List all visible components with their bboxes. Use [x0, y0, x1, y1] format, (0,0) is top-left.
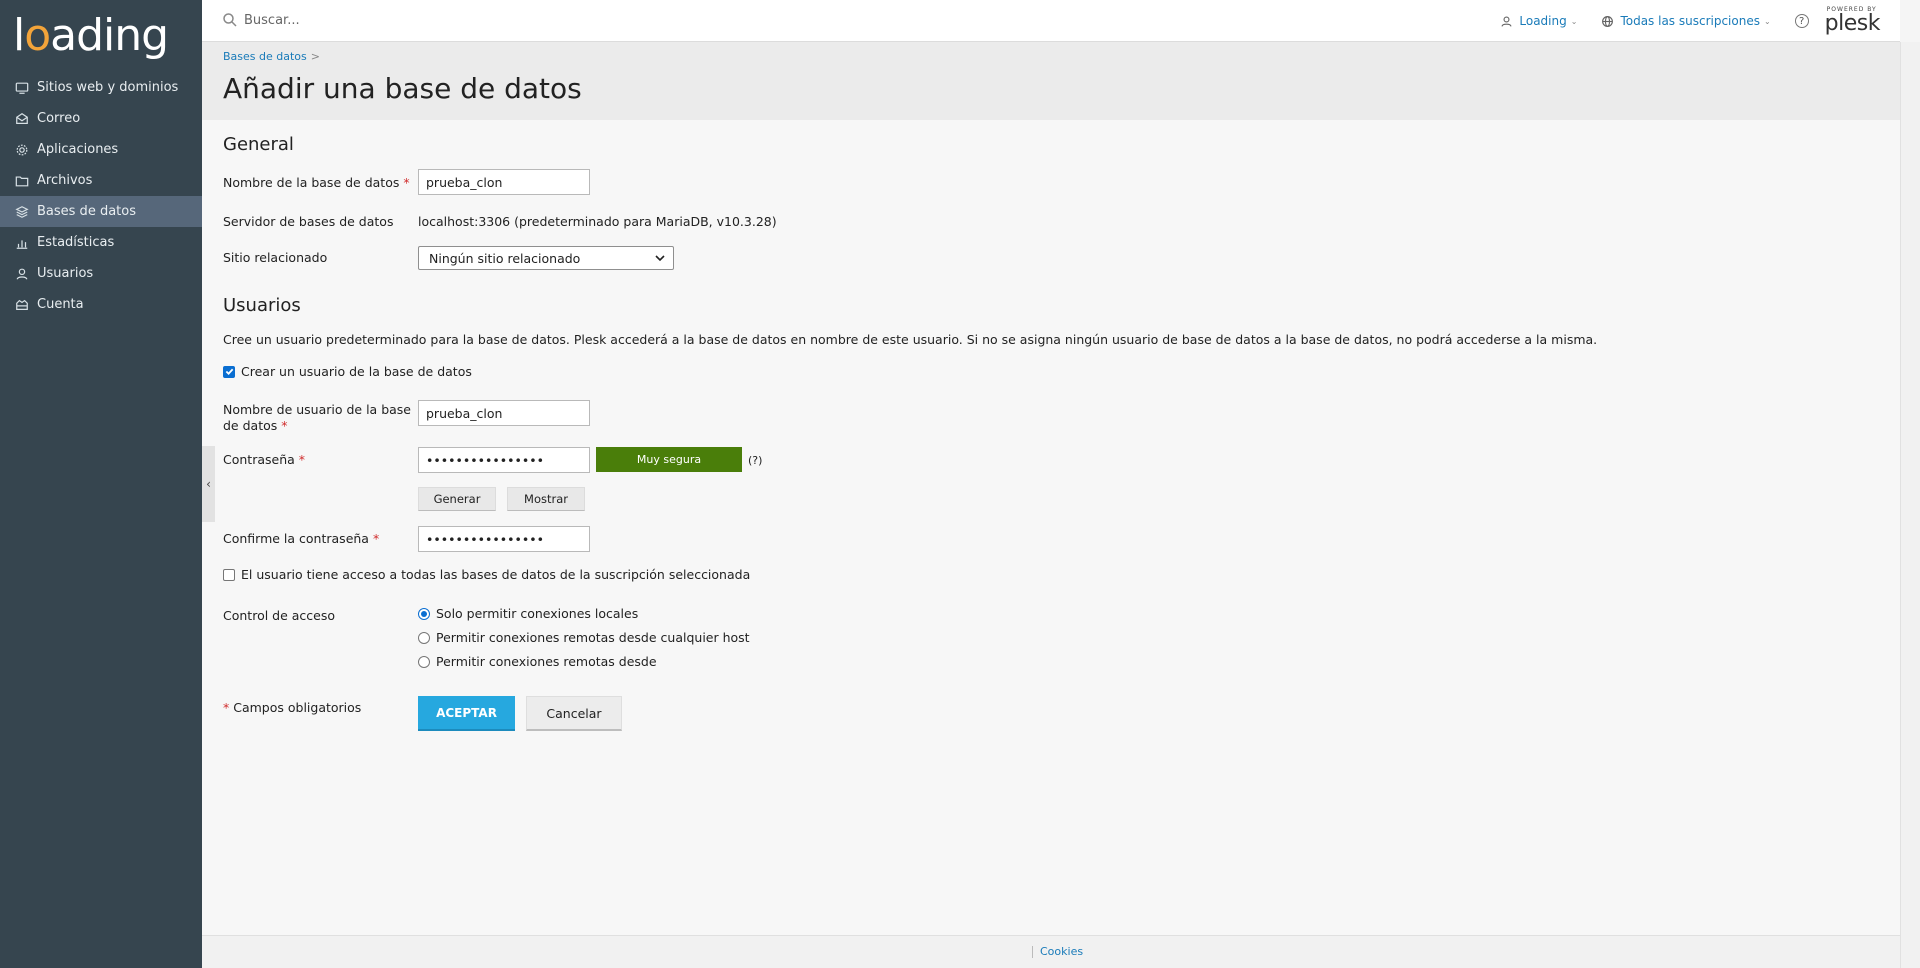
logo-text-start: l [13, 10, 25, 61]
cookies-link[interactable]: Cookies [1040, 945, 1083, 958]
sidebar-item-label: Aplicaciones [37, 142, 119, 157]
database-icon [14, 204, 30, 220]
sidebar-nav: Sitios web y dominios Correo Aplicacione… [0, 72, 202, 320]
create-user-checkbox[interactable]: Crear un usuario de la base de datos [223, 364, 472, 379]
users-description: Cree un usuario predeterminado para la b… [223, 332, 1598, 347]
mail-icon [14, 111, 30, 127]
breadcrumb-separator: > [310, 50, 320, 63]
related-site-value: Ningún sitio relacionado [429, 250, 581, 266]
subscriptions-menu[interactable]: Todas las suscripciones ⌄ [1601, 14, 1771, 28]
checkbox-checked[interactable] [223, 365, 235, 378]
sidebar-item-label: Archivos [37, 173, 93, 188]
sidebar-item-databases[interactable]: Bases de datos [0, 196, 202, 227]
user-menu[interactable]: Loading ⌄ [1500, 14, 1577, 28]
vertical-scrollbar[interactable] [1900, 42, 1920, 968]
db-server-value: localhost:3306 (predeterminado para Mari… [418, 214, 777, 229]
password-strength-help[interactable]: (?) [748, 454, 762, 467]
password-input[interactable] [418, 447, 590, 473]
top-right-controls: Loading ⌄ Todas las suscripciones ⌄ ? PO… [1500, 0, 1900, 42]
footer-divider [1032, 946, 1033, 958]
sidebar-item-label: Cuenta [37, 297, 84, 312]
radio-unselected[interactable] [418, 655, 430, 668]
generate-password-button[interactable]: Generar [418, 487, 496, 511]
access-option-label: Permitir conexiones remotas desde [436, 654, 657, 669]
logo-text-o: o [24, 10, 51, 61]
chevron-down-icon [655, 255, 665, 262]
chevron-down-icon: ⌄ [1763, 16, 1771, 26]
sidebar-item-files[interactable]: Archivos [0, 165, 202, 196]
sidebar-item-label: Bases de datos [37, 204, 136, 219]
user-menu-label: Loading [1519, 14, 1567, 28]
main-content: General Nombre de la base de datos * Ser… [202, 120, 1900, 935]
page-header: Bases de datos > Añadir una base de datos [202, 42, 1900, 120]
user-icon [1501, 15, 1512, 27]
sidebar-item-statistics[interactable]: Estadísticas [0, 227, 202, 258]
cancel-button[interactable]: Cancelar [526, 696, 622, 731]
chevron-down-icon: ⌄ [1570, 16, 1578, 26]
confirm-password-input[interactable] [418, 526, 590, 552]
sidebar-item-applications[interactable]: Aplicaciones [0, 134, 202, 165]
sidebar-item-mail[interactable]: Correo [0, 103, 202, 134]
top-bar: Loading ⌄ Todas las suscripciones ⌄ ? PO… [202, 0, 1900, 42]
access-option-local[interactable]: Solo permitir conexiones locales [418, 606, 638, 621]
password-label: Contraseña * [223, 452, 306, 467]
access-option-specific-hosts[interactable]: Permitir conexiones remotas desde [418, 654, 657, 669]
sidebar-collapse-toggle[interactable]: ‹ [202, 446, 215, 522]
all-databases-access-label: El usuario tiene acceso a todas las base… [241, 567, 751, 582]
brand-logo[interactable]: loading [0, 0, 202, 72]
logo-text-end: ading [50, 10, 169, 61]
sidebar-item-account[interactable]: Cuenta [0, 289, 202, 320]
plesk-logo: POWERED BY plesk [1824, 7, 1881, 36]
subscriptions-menu-label: Todas las suscripciones [1620, 14, 1760, 28]
footer: Cookies [202, 935, 1900, 968]
password-strength-indicator: Muy segura [596, 447, 742, 472]
access-option-label: Solo permitir conexiones locales [436, 606, 639, 621]
gear-icon [14, 142, 30, 158]
account-icon [14, 297, 30, 313]
create-user-label: Crear un usuario de la base de datos [241, 364, 472, 379]
related-site-select[interactable]: Ningún sitio relacionado [418, 246, 674, 270]
username-label: Nombre de usuario de la base de datos * [223, 402, 411, 433]
sidebar-item-label: Usuarios [37, 266, 94, 281]
bar-chart-icon [14, 235, 30, 251]
folder-icon [14, 173, 30, 189]
access-option-label: Permitir conexiones remotas desde cualqu… [436, 630, 750, 645]
db-server-label: Servidor de bases de datos [223, 214, 394, 229]
globe-icon [1602, 15, 1614, 27]
required-fields-note: * Campos obligatorios [223, 700, 362, 715]
sidebar-item-users[interactable]: Usuarios [0, 258, 202, 289]
radio-unselected[interactable] [418, 631, 430, 644]
chevron-left-icon: ‹ [206, 477, 211, 491]
breadcrumb[interactable]: Bases de datos > [223, 50, 320, 63]
breadcrumb-databases[interactable]: Bases de datos [223, 50, 307, 63]
search-icon [223, 13, 237, 27]
plesk-wordmark: plesk [1824, 11, 1881, 36]
show-password-button[interactable]: Mostrar [507, 487, 585, 511]
access-option-any-host[interactable]: Permitir conexiones remotas desde cualqu… [418, 630, 750, 645]
sidebar: loading Sitios web y dominios Correo Apl… [0, 0, 202, 968]
user-icon [14, 266, 30, 282]
section-title-users: Usuarios [223, 295, 301, 316]
db-name-label: Nombre de la base de datos * [223, 175, 410, 190]
monitor-icon [14, 80, 30, 96]
section-title-general: General [223, 134, 294, 155]
sidebar-item-label: Sitios web y dominios [37, 80, 179, 95]
related-site-label: Sitio relacionado [223, 250, 328, 265]
checkbox-unchecked[interactable] [223, 568, 235, 581]
sidebar-item-label: Estadísticas [37, 235, 115, 250]
db-name-input[interactable] [418, 169, 590, 195]
radio-selected[interactable] [418, 607, 430, 620]
ok-button[interactable]: ACEPTAR [418, 696, 515, 731]
all-databases-access-checkbox[interactable]: El usuario tiene acceso a todas las base… [223, 567, 750, 582]
page-title: Añadir una base de datos [223, 72, 582, 105]
access-control-label: Control de acceso [223, 608, 336, 623]
sidebar-item-websites[interactable]: Sitios web y dominios [0, 72, 202, 103]
sidebar-item-label: Correo [37, 111, 81, 126]
search-input[interactable] [244, 12, 544, 28]
username-input[interactable] [418, 400, 590, 426]
help-icon[interactable]: ? [1794, 14, 1809, 28]
confirm-password-label: Confirme la contraseña * [223, 531, 380, 546]
search-box [222, 12, 544, 28]
